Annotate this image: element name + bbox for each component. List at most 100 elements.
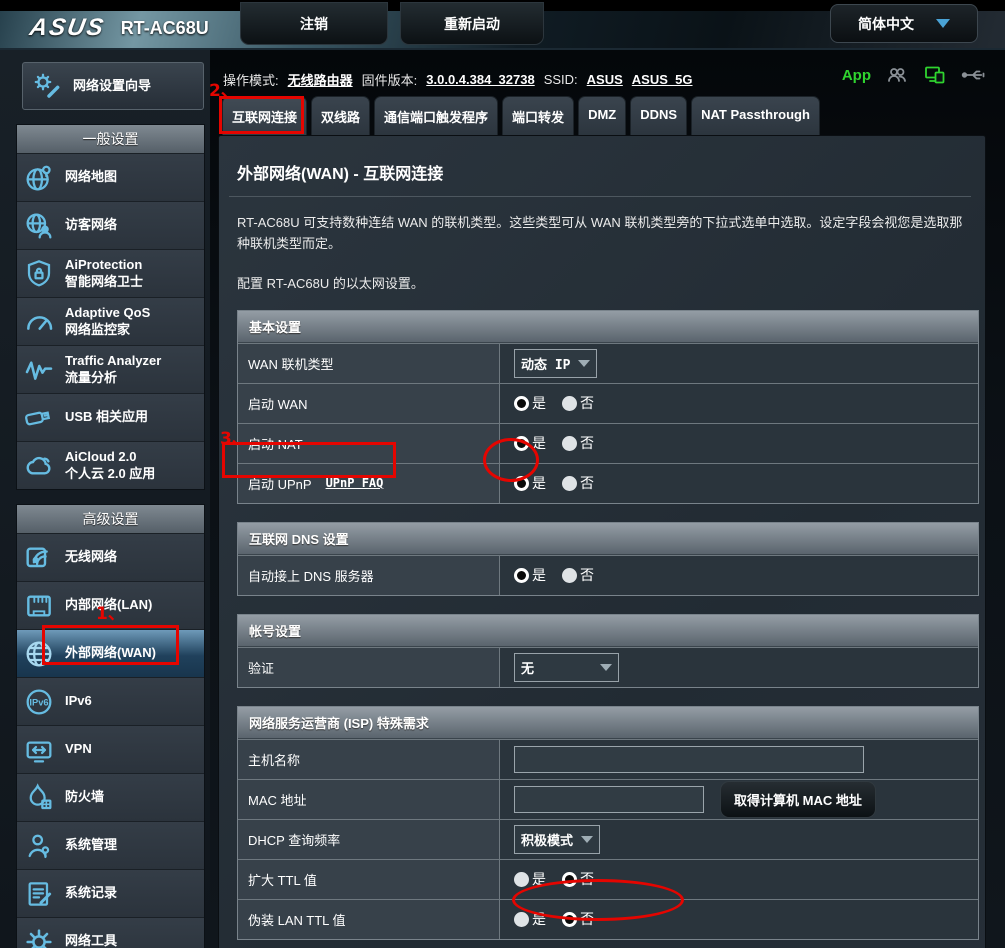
get-pc-mac-button[interactable]: 取得计算机 MAC 地址	[720, 781, 876, 818]
sidebar-item-label: IPv6	[65, 693, 92, 709]
auto-dns-no-radio[interactable]: 否	[562, 565, 594, 585]
row-label: 自动接上 DNS 服务器	[238, 556, 500, 595]
extend-ttl-no-radio[interactable]: 否	[562, 869, 594, 889]
sidebar-item-usb-application[interactable]: USB 相关应用	[17, 393, 204, 441]
sidebar-item-wan[interactable]: 外部网络(WAN)	[17, 629, 204, 677]
firmware-label: 固件版本:	[362, 70, 418, 89]
spoof-lan-ttl-no-radio[interactable]: 否	[562, 909, 594, 929]
sidebar-item-label: 网络设置向导	[73, 78, 151, 94]
chevron-down-icon	[578, 360, 590, 367]
sidebar-item-guest-network[interactable]: 访客网络	[17, 201, 204, 249]
network-map-icon	[23, 162, 55, 194]
tab-nat-passthrough[interactable]: NAT Passthrough	[691, 96, 820, 135]
table-row: WAN 联机类型 动态 IP	[238, 343, 978, 383]
network-tools-gear-icon	[23, 926, 55, 948]
usb-plug-icon[interactable]	[961, 63, 987, 87]
tab-dmz[interactable]: DMZ	[578, 96, 626, 135]
sidebar-item-administration[interactable]: 系统管理	[17, 821, 204, 869]
sidebar-item-label: 系统管理	[65, 837, 117, 853]
sidebar-item-label: Adaptive QoS 网络监控家	[65, 305, 150, 338]
tab-internet-connection[interactable]: 互联网连接	[222, 96, 307, 135]
tab-port-forwarding[interactable]: 端口转发	[502, 96, 574, 135]
operation-mode-link[interactable]: 无线路由器	[288, 70, 353, 89]
tab-port-trigger[interactable]: 通信端口触发程序	[374, 96, 498, 135]
sidebar-item-network-tools[interactable]: 网络工具	[17, 917, 204, 948]
shield-lock-icon	[23, 258, 55, 290]
general-settings-header: 一般设置	[17, 125, 204, 153]
waveform-icon	[23, 354, 55, 386]
wan-globe-icon	[23, 638, 55, 670]
users-icon[interactable]	[885, 63, 909, 87]
sidebar-item-label: VPN	[65, 741, 92, 757]
table-row: 主机名称	[238, 739, 978, 779]
table-row: MAC 地址 取得计算机 MAC 地址	[238, 779, 978, 819]
table-row: 伪装 LAN TTL 值 是 否	[238, 899, 978, 939]
row-label: 验证	[238, 648, 500, 687]
row-label: 启动 NAT	[238, 424, 500, 463]
enable-wan-no-radio[interactable]: 否	[562, 393, 594, 413]
app-link[interactable]: App	[842, 67, 871, 84]
enable-upnp-yes-radio[interactable]: 是	[514, 473, 546, 493]
ssid-24g-link[interactable]: ASUS	[587, 72, 623, 87]
row-label: MAC 地址	[238, 780, 500, 819]
auto-dns-yes-radio[interactable]: 是	[514, 565, 546, 585]
reboot-button[interactable]: 重新启动	[400, 2, 544, 45]
table-row: DHCP 查询频率 积极模式	[238, 819, 978, 859]
ssid-5g-link[interactable]: ASUS_5G	[632, 72, 693, 87]
host-name-input[interactable]	[514, 746, 864, 773]
tab-dual-wan[interactable]: 双线路	[311, 96, 370, 135]
wan-type-select[interactable]: 动态 IP	[514, 349, 597, 378]
row-label: 启动 UPnP UPnP FAQ	[238, 464, 500, 503]
enable-upnp-no-radio[interactable]: 否	[562, 473, 594, 493]
account-settings-table: 帐号设置 验证 无	[237, 614, 979, 688]
devices-sync-icon[interactable]	[923, 63, 947, 87]
authentication-select[interactable]: 无	[514, 653, 619, 682]
sidebar-item-aicloud[interactable]: AiCloud 2.0 个人云 2.0 应用	[17, 441, 204, 489]
firmware-version-link[interactable]: 3.0.0.4.384_32738	[426, 72, 534, 87]
extend-ttl-yes-radio[interactable]: 是	[514, 869, 546, 889]
general-settings-group: 一般设置 网络地图 访客网络	[16, 124, 205, 490]
logout-button[interactable]: 注销	[240, 2, 388, 45]
sidebar: 网络设置向导 一般设置 网络地图	[0, 50, 210, 948]
sidebar-item-ipv6[interactable]: IPv6 IPv6	[17, 677, 204, 725]
gauge-icon	[23, 306, 55, 338]
sidebar-item-firewall[interactable]: 防火墙	[17, 773, 204, 821]
asus-logo: ASUS	[28, 14, 108, 42]
infobar-icons: App	[842, 63, 987, 87]
sidebar-item-label: 网络地图	[65, 169, 117, 185]
upnp-faq-link[interactable]: UPnP FAQ	[326, 476, 384, 490]
spoof-lan-ttl-yes-radio[interactable]: 是	[514, 909, 546, 929]
vpn-icon	[23, 734, 55, 766]
section-header: 基本设置	[238, 311, 978, 343]
dns-settings-table: 互联网 DNS 设置 自动接上 DNS 服务器 是 否	[237, 522, 979, 596]
system-admin-icon	[23, 830, 55, 862]
table-row: 自动接上 DNS 服务器 是 否	[238, 555, 978, 595]
wireless-icon	[23, 542, 55, 574]
table-row: 扩大 TTL 值 是 否	[238, 859, 978, 899]
lan-port-icon	[23, 590, 55, 622]
sidebar-item-aiprotection[interactable]: AiProtection 智能网络卫士	[17, 249, 204, 297]
dhcp-query-select[interactable]: 积极模式	[514, 825, 600, 854]
sidebar-item-adaptive-qos[interactable]: Adaptive QoS 网络监控家	[17, 297, 204, 345]
language-selector[interactable]: 简体中文	[830, 4, 978, 43]
section-header: 互联网 DNS 设置	[238, 523, 978, 555]
sidebar-item-system-log[interactable]: 系统记录	[17, 869, 204, 917]
svg-text:IPv6: IPv6	[29, 697, 48, 707]
tab-ddns[interactable]: DDNS	[630, 96, 687, 135]
enable-nat-yes-radio[interactable]: 是	[514, 433, 546, 453]
sidebar-item-setup-wizard[interactable]: 网络设置向导	[22, 62, 204, 110]
sidebar-item-traffic-analyzer[interactable]: Traffic Analyzer 流量分析	[17, 345, 204, 393]
sidebar-item-network-map[interactable]: 网络地图	[17, 153, 204, 201]
mac-address-input[interactable]	[514, 786, 704, 813]
enable-nat-no-radio[interactable]: 否	[562, 433, 594, 453]
wizard-gear-wrench-icon	[31, 70, 63, 102]
top-header: ASUS RT-AC68U 注销 重新启动 简体中文	[0, 0, 1005, 50]
sidebar-item-vpn[interactable]: VPN	[17, 725, 204, 773]
enable-wan-yes-radio[interactable]: 是	[514, 393, 546, 413]
table-row: 启动 WAN 是 否	[238, 383, 978, 423]
sidebar-item-wireless[interactable]: 无线网络	[17, 533, 204, 581]
model-name: RT-AC68U	[121, 18, 209, 39]
sidebar-item-lan[interactable]: 内部网络(LAN)	[17, 581, 204, 629]
row-label: DHCP 查询频率	[238, 820, 500, 859]
chevron-down-icon	[600, 664, 612, 671]
